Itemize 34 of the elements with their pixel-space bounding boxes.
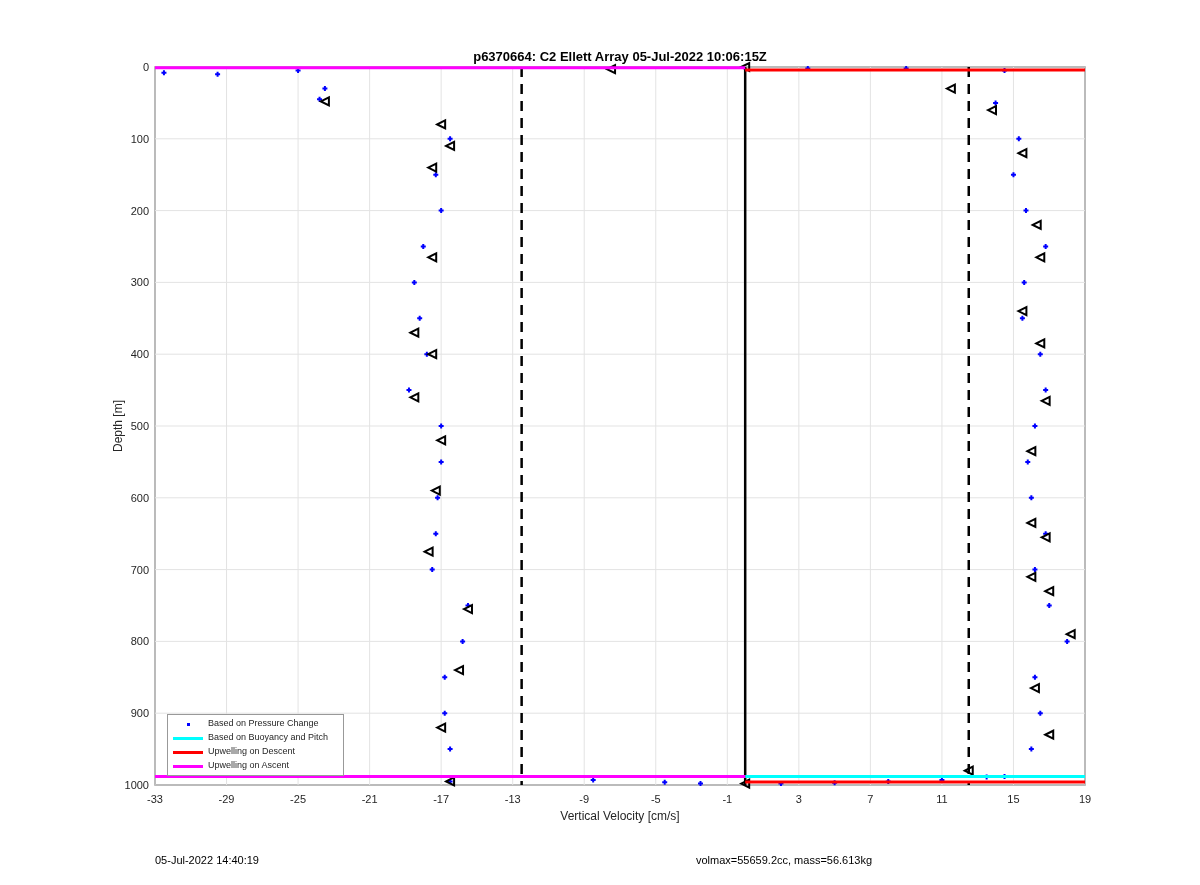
x-tick-label: -33: [147, 793, 163, 805]
x-tick-label: 11: [936, 793, 948, 805]
x-tick-label: -13: [504, 793, 521, 805]
x-tick-label: -21: [361, 793, 378, 805]
y-tick-label: 100: [130, 132, 149, 145]
x-axis-label: Vertical Velocity [cm/s]: [560, 809, 680, 823]
legend-label: Upwelling on Ascent: [208, 759, 290, 773]
y-tick-label: 400: [130, 348, 149, 361]
x-tick-label: -9: [579, 793, 590, 805]
y-tick-label: 200: [130, 204, 149, 217]
x-tick-label: 7: [867, 793, 874, 805]
y-tick-label: 0: [142, 61, 149, 73]
x-tick-label: -17: [433, 793, 450, 805]
y-tick-label: 800: [130, 635, 149, 648]
x-tick-label: -29: [218, 793, 235, 805]
chart-title: p6370664: C2 Ellett Array 05-Jul-2022 10:06:15Z: [473, 49, 767, 64]
x-tick-label: -25: [290, 793, 307, 805]
y-tick-label: 300: [130, 276, 149, 289]
volume-mass-text: volmax=55659.2cc, mass=56.613kg: [695, 853, 873, 868]
x-tick-label: 15: [1007, 793, 1020, 805]
timestamp-text: 05-Jul-2022 14:40:19: [155, 853, 259, 868]
legend-label: Based on Buoyancy and Pitch: [208, 731, 329, 745]
y-tick-label: 1000: [124, 779, 149, 791]
y-tick-label: 500: [130, 420, 149, 432]
x-tick-label: 19: [1078, 793, 1092, 805]
x-tick-label: -5: [650, 793, 661, 805]
x-tick-label: -1: [722, 793, 733, 805]
legend-label: Based on Pressure Change: [208, 717, 319, 731]
y-tick-label: 900: [130, 707, 149, 720]
y-tick-label: 600: [130, 491, 149, 504]
legend-label: Upwelling on Descent: [208, 745, 296, 759]
y-axis-label: Depth [m]: [111, 400, 125, 452]
x-tick-label: 3: [795, 793, 802, 805]
y-tick-label: 700: [130, 563, 149, 576]
